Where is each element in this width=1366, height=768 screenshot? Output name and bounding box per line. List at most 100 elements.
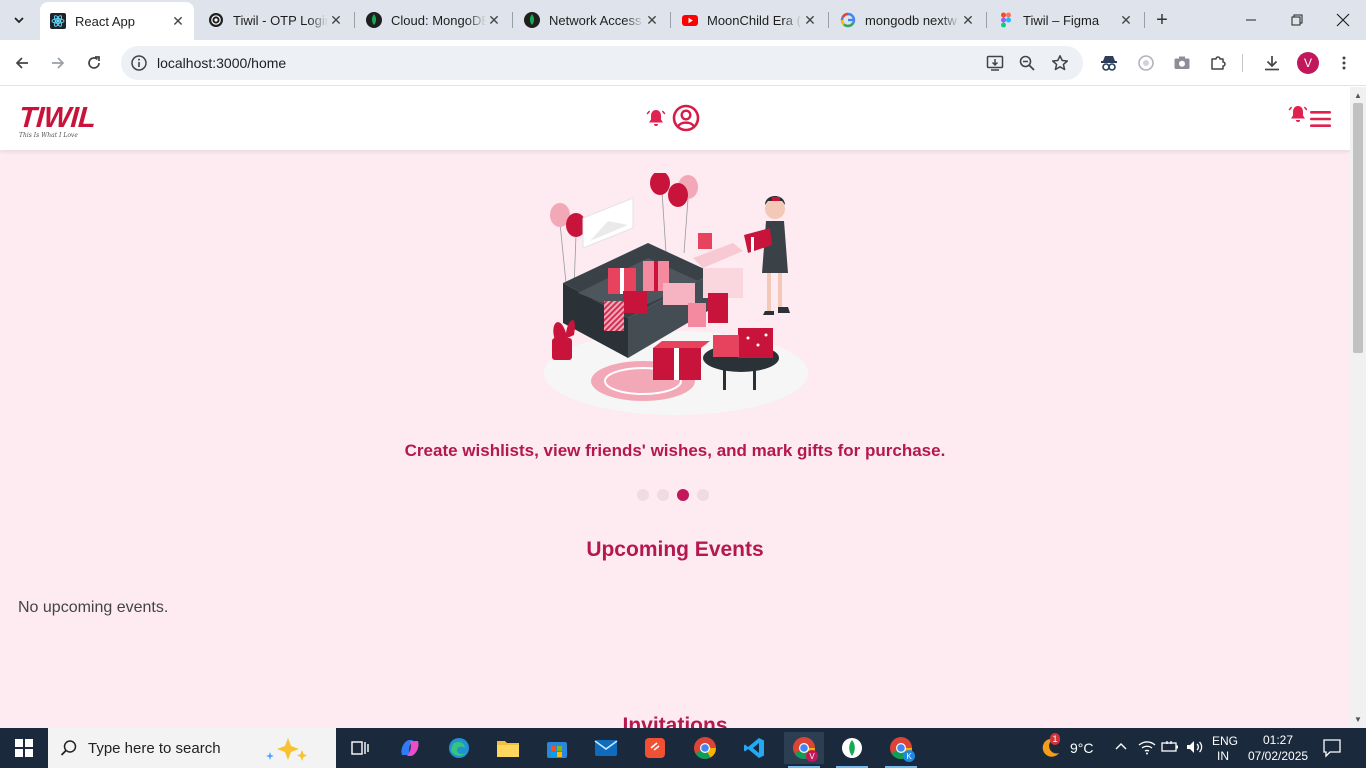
profile-badge: K <box>903 750 915 762</box>
close-icon[interactable]: ✕ <box>328 12 344 28</box>
profile-badge: V <box>806 750 818 762</box>
language-code: ENG <box>1212 734 1239 748</box>
vscode-app[interactable] <box>734 732 774 764</box>
bell-icon <box>1288 106 1308 122</box>
downloads-button[interactable] <box>1258 49 1286 77</box>
edge-app[interactable] <box>439 732 479 764</box>
close-icon[interactable]: ✕ <box>1118 12 1134 28</box>
network-button[interactable] <box>1138 739 1156 760</box>
hero-caption: Create wishlists, view friends' wishes, … <box>404 441 946 460</box>
close-icon[interactable]: ✕ <box>486 12 502 28</box>
scroll-down-arrow-icon[interactable]: ▼ <box>1353 714 1363 724</box>
weather-widget[interactable]: 1 <box>1038 733 1062 760</box>
tab-youtube[interactable]: MoonChild Era ( ✕ <box>672 6 826 34</box>
profile-avatar[interactable]: V <box>1297 52 1319 74</box>
hamburger-icon <box>1310 111 1331 127</box>
battery-button[interactable] <box>1161 739 1181 760</box>
tab-title: React App <box>75 13 135 29</box>
copilot-app[interactable] <box>390 732 430 764</box>
copilot-icon <box>401 740 419 756</box>
mongodb-leaf-icon <box>842 738 862 758</box>
language-indicator[interactable]: ENG IN <box>1208 732 1240 764</box>
git-icon <box>645 738 665 758</box>
mongodb-leaf-icon <box>366 12 382 28</box>
close-icon[interactable]: ✕ <box>802 12 818 28</box>
site-info-icon[interactable] <box>130 54 148 72</box>
restore-button[interactable] <box>1274 0 1320 40</box>
install-icon <box>986 55 1004 71</box>
tab-divider <box>354 12 355 28</box>
start-button[interactable] <box>0 728 48 768</box>
mail-app[interactable] <box>586 732 626 764</box>
sparkle-icon <box>266 738 307 761</box>
carousel-dot[interactable] <box>657 489 669 501</box>
task-view-button[interactable] <box>340 732 380 764</box>
url-text: localhost:3000/home <box>157 55 287 71</box>
new-tab-button[interactable]: + <box>1150 8 1174 32</box>
show-hidden-icons-button[interactable] <box>1114 740 1128 759</box>
close-icon[interactable]: ✕ <box>960 12 976 28</box>
extension-spy-button[interactable] <box>1095 49 1123 77</box>
carousel-dot[interactable] <box>697 489 709 501</box>
profile-button[interactable] <box>672 104 700 132</box>
tab-react-app[interactable]: React App ✕ <box>40 2 194 40</box>
file-explorer-app[interactable] <box>488 732 528 764</box>
scrollbar-thumb[interactable] <box>1353 103 1363 353</box>
taskbar-search-box[interactable]: Type here to search <box>48 728 336 768</box>
install-app-button[interactable] <box>984 52 1006 74</box>
volume-button[interactable] <box>1185 739 1205 760</box>
bookmark-button[interactable] <box>1049 52 1071 74</box>
close-window-button[interactable] <box>1320 0 1366 40</box>
screenshot-extension-button[interactable] <box>1168 49 1196 77</box>
mongodb-leaf-icon <box>524 12 540 28</box>
close-icon[interactable]: ✕ <box>170 13 186 29</box>
tab-google-search[interactable]: mongodb nextw ✕ <box>830 6 984 34</box>
youtube-icon <box>682 12 698 28</box>
minimize-button[interactable] <box>1228 0 1274 40</box>
carousel-dot-active[interactable] <box>677 489 689 501</box>
tab-mongodb-cloud[interactable]: Cloud: MongoDB ✕ <box>356 6 510 34</box>
back-button[interactable] <box>8 49 36 77</box>
close-icon[interactable]: ✕ <box>644 12 660 28</box>
tab-network-access[interactable]: Network Access ✕ <box>514 6 668 34</box>
tab-title: Network Access <box>549 12 642 28</box>
tab-title: mongodb nextw <box>865 12 957 28</box>
forward-button[interactable] <box>44 49 72 77</box>
microsoft-store-app[interactable] <box>537 732 577 764</box>
mongodb-compass-app[interactable] <box>832 732 872 768</box>
extension-capture-button[interactable] <box>1132 49 1160 77</box>
tab-search-button[interactable] <box>6 8 32 32</box>
tab-tiwil-otp[interactable]: Tiwil - OTP Login ✕ <box>198 6 352 34</box>
tab-figma[interactable]: Tiwil – Figma ✕ <box>988 6 1142 34</box>
address-bar[interactable]: localhost:3000/home <box>121 46 1083 80</box>
git-app[interactable] <box>635 732 675 764</box>
chrome-app[interactable] <box>685 732 725 764</box>
extensions-button[interactable] <box>1204 49 1232 77</box>
browser-menu-button[interactable] <box>1330 49 1358 77</box>
tab-title: Tiwil – Figma <box>1023 12 1100 28</box>
notifications-button-right[interactable] <box>1288 104 1308 124</box>
edge-icon <box>449 738 469 758</box>
carousel-dot[interactable] <box>637 489 649 501</box>
zoom-button[interactable] <box>1016 52 1038 74</box>
chrome-profile-k-app[interactable]: K <box>881 732 921 768</box>
chrome-profile-v-app[interactable]: V <box>784 732 824 768</box>
search-icon <box>60 740 77 756</box>
windows-logo-icon <box>15 739 33 757</box>
clock[interactable]: 01:27 07/02/2025 <box>1244 730 1316 766</box>
notifications-button[interactable] <box>646 108 666 128</box>
reload-button[interactable] <box>80 49 108 77</box>
hamburger-menu-button[interactable] <box>1309 110 1332 128</box>
tab-divider <box>670 12 671 28</box>
tab-divider <box>986 12 987 28</box>
tiwil-logo[interactable]: TIWIL This Is What I Love <box>18 102 97 139</box>
zoom-out-icon <box>1019 55 1035 71</box>
chat-bubble-icon <box>1323 739 1341 758</box>
clock-time: 01:27 <box>1263 733 1294 747</box>
weather-badge: 1 <box>1050 733 1060 745</box>
scroll-up-arrow-icon[interactable]: ▲ <box>1353 90 1363 100</box>
notification-center-button[interactable] <box>1322 738 1342 763</box>
tab-divider <box>512 12 513 28</box>
invitations-heading: Invitations <box>622 714 728 728</box>
page-scrollbar[interactable]: ▲ ▼ <box>1350 87 1366 728</box>
